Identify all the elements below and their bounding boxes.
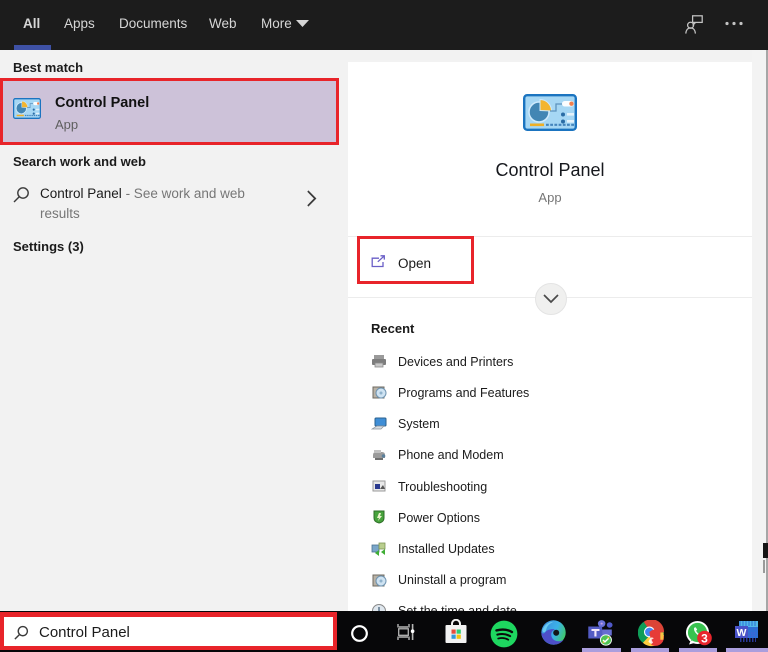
svg-text:3: 3 — [701, 631, 708, 645]
svg-text:W: W — [737, 627, 747, 639]
